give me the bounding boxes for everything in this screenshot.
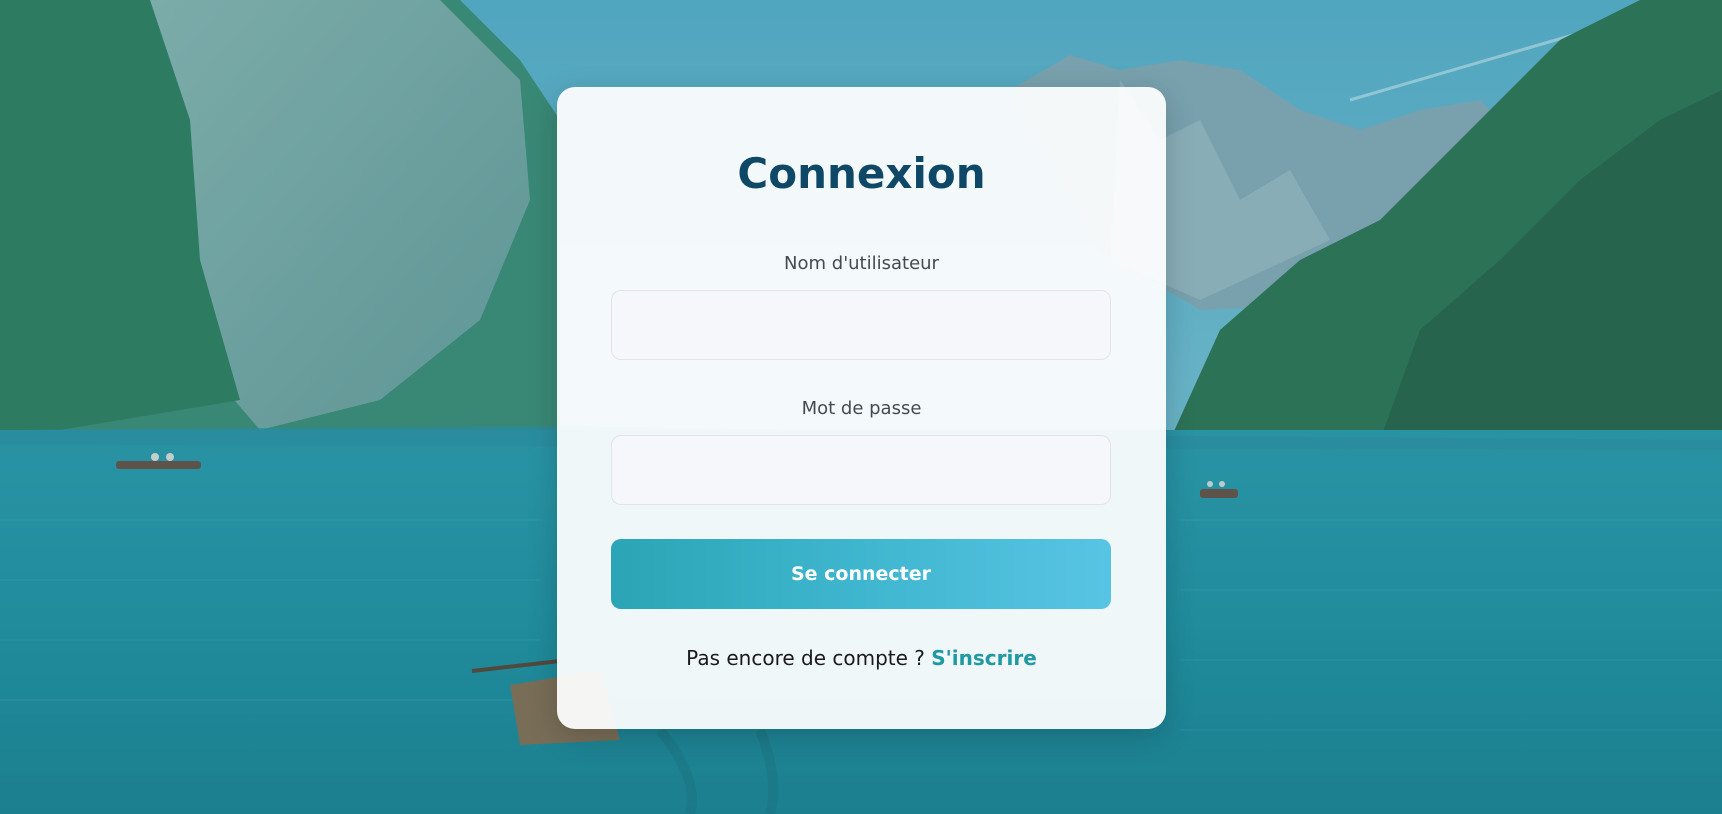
username-label: Nom d'utilisateur bbox=[784, 253, 939, 274]
password-label: Mot de passe bbox=[801, 398, 922, 419]
login-card: Connexion Nom d'utilisateur Mot de passe… bbox=[557, 87, 1166, 729]
login-title: Connexion bbox=[737, 149, 986, 198]
no-account-text: Pas encore de compte ? bbox=[686, 646, 925, 670]
password-field[interactable] bbox=[611, 435, 1111, 505]
signup-link[interactable]: S'inscrire bbox=[931, 646, 1037, 670]
login-button[interactable]: Se connecter bbox=[611, 539, 1111, 609]
username-field[interactable] bbox=[611, 290, 1111, 360]
signup-prompt: Pas encore de compte ? S'inscrire bbox=[557, 646, 1166, 670]
